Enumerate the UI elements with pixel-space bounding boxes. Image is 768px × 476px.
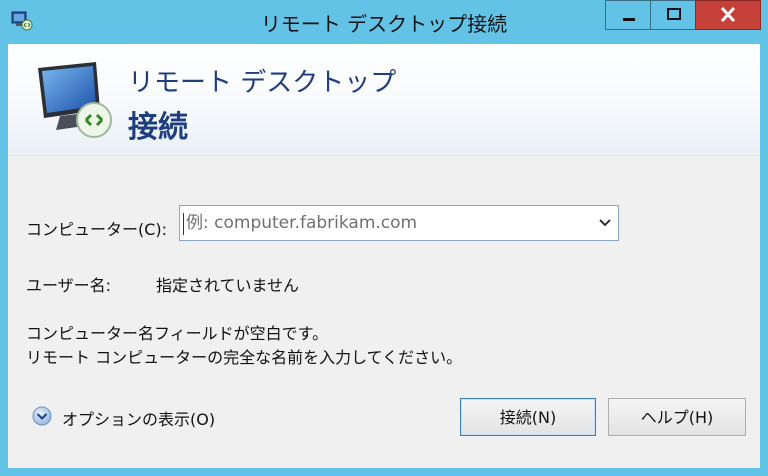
title-bar[interactable]: リモート デスクトップ接続 (0, 0, 768, 44)
help-button[interactable]: ヘルプ(H) (608, 398, 746, 436)
computer-input[interactable] (186, 212, 586, 234)
username-label: ユーザー名: (26, 276, 112, 295)
remote-desktop-monitor-icon (38, 62, 112, 138)
chevron-down-icon[interactable] (598, 216, 612, 230)
computer-label: コンピューター(C): (26, 220, 168, 239)
text-caret (183, 213, 184, 235)
banner-divider (8, 155, 760, 156)
close-icon (720, 6, 736, 23)
banner-title-line2: 接続 (128, 110, 188, 145)
maximize-icon (667, 8, 681, 20)
client-area: リモート デスクトップ 接続 コンピューター(C): ユーザー名: 指定されてい… (8, 44, 760, 468)
maximize-button[interactable] (650, 0, 696, 30)
minimize-icon (623, 18, 635, 21)
banner-title-line1: リモート デスクトップ (128, 68, 397, 98)
minimize-button[interactable] (605, 0, 651, 30)
close-button[interactable] (695, 0, 761, 30)
header-banner: リモート デスクトップ 接続 (8, 44, 760, 156)
expand-circle-icon (32, 406, 52, 426)
computer-combobox[interactable] (179, 205, 619, 241)
message-line2: リモート コンピューターの完全な名前を入力してください。 (26, 348, 463, 367)
username-value: 指定されていません (156, 276, 300, 295)
rdp-window: リモート デスクトップ接続 リモート デスクトップ 接続 コンピューター(C):… (0, 0, 768, 476)
connect-button[interactable]: 接続(N) (460, 398, 596, 436)
message-line1: コンピューター名フィールドが空白です。 (26, 324, 329, 343)
show-options-label[interactable]: オプションの表示(O) (62, 406, 215, 430)
